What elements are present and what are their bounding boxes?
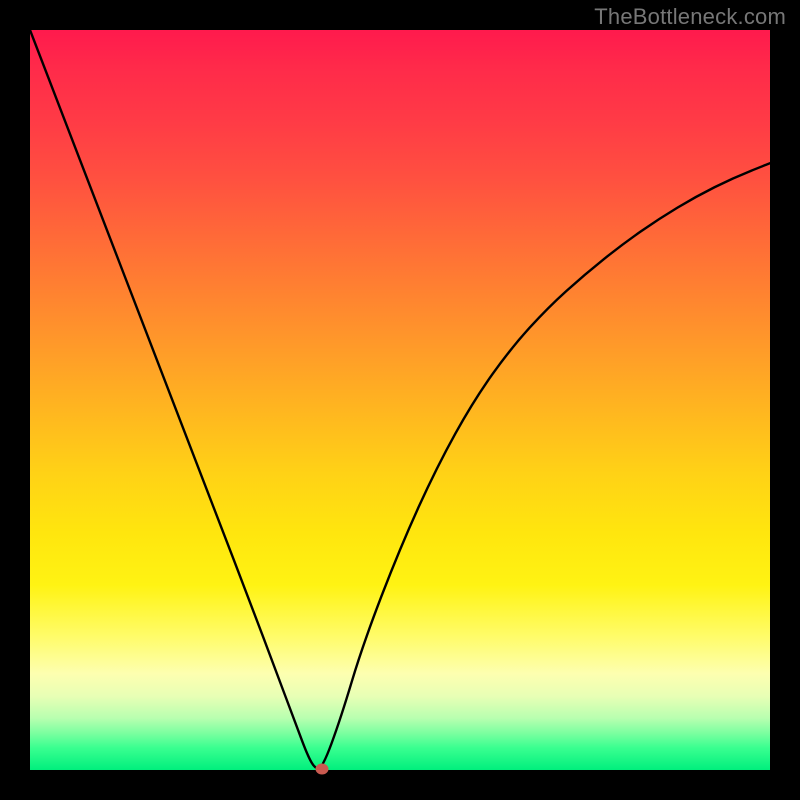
watermark-text: TheBottleneck.com xyxy=(594,4,786,30)
chart-frame: TheBottleneck.com xyxy=(0,0,800,800)
bottleneck-curve xyxy=(30,30,770,770)
plot-area xyxy=(30,30,770,770)
bottleneck-marker xyxy=(316,763,329,774)
